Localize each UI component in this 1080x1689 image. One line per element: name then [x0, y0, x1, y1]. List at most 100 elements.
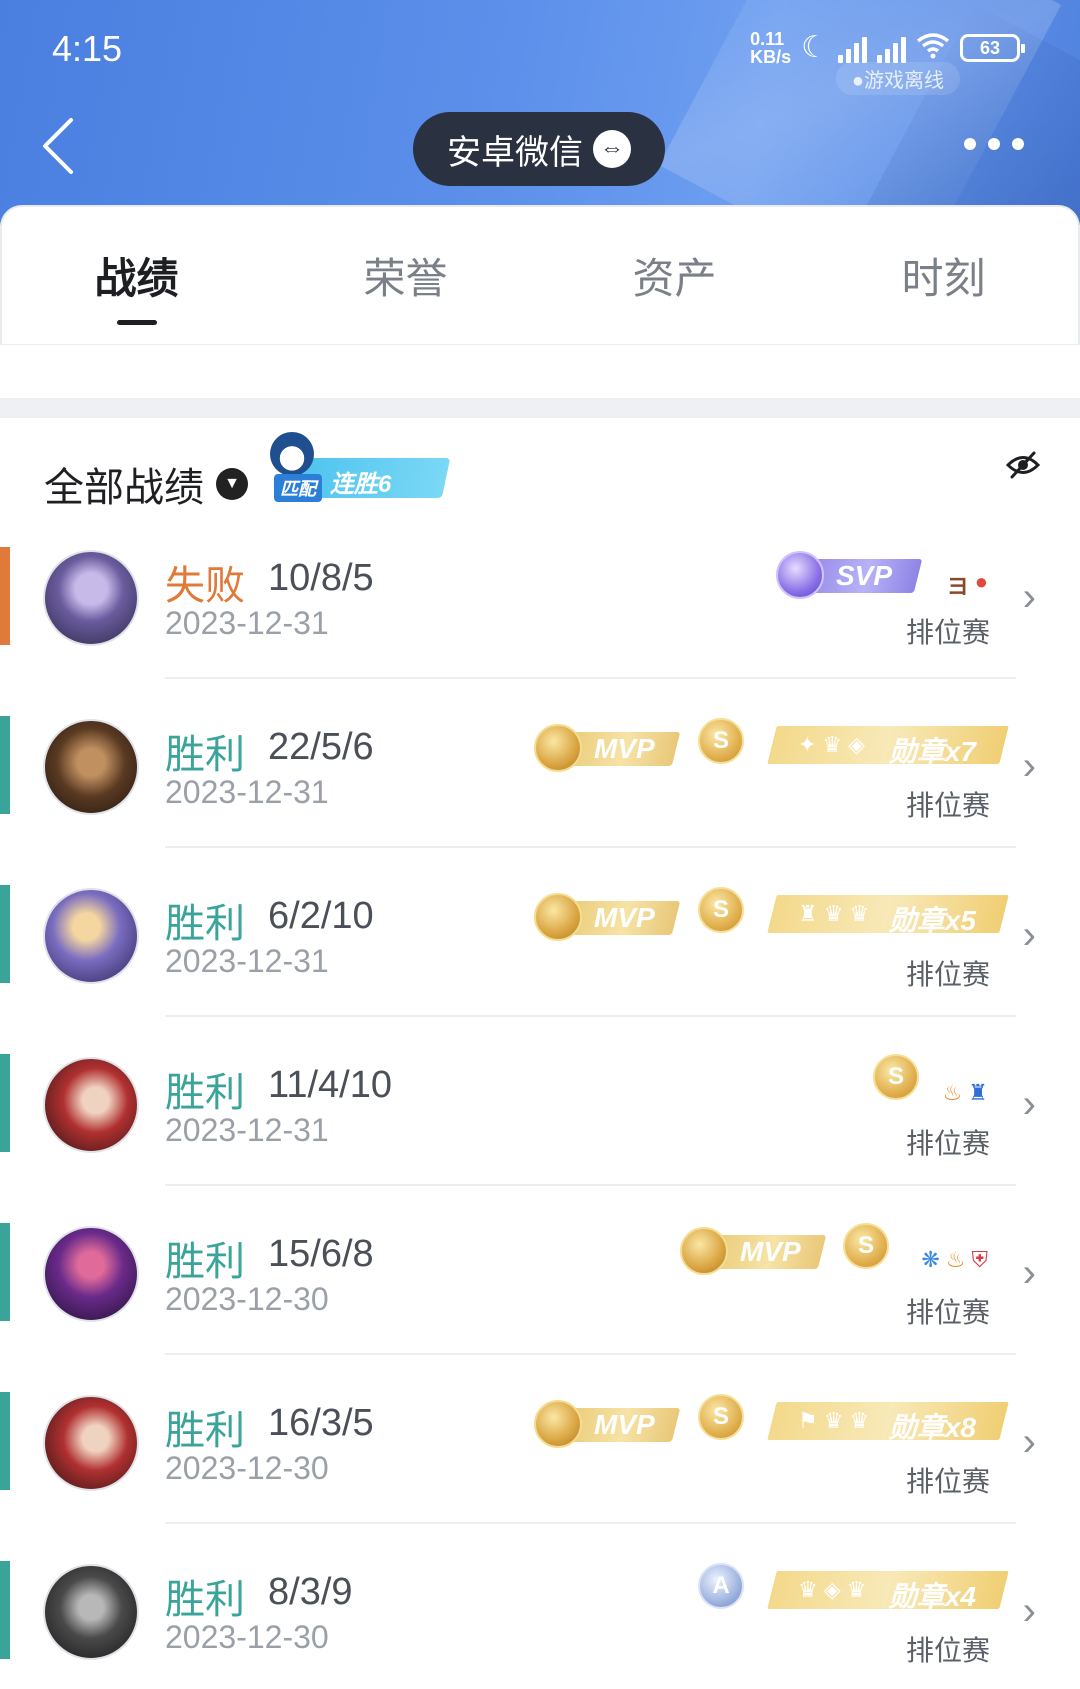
win-streak-badge: 匹配 连胜6: [268, 430, 451, 502]
record-row[interactable]: 胜利 6/2/10 2023-12-31 MVP S ♜♛♛ 勋章x5 排位赛 …: [0, 885, 1080, 1053]
row-divider: [165, 1184, 1016, 1186]
chevron-right-icon: ›: [1022, 744, 1036, 788]
fire-icon: ♨: [942, 1080, 963, 1105]
penguin-icon: [270, 432, 314, 476]
fire-icon: ♨: [945, 1247, 966, 1272]
s-rating-coin: S: [843, 1223, 889, 1269]
more-options-button[interactable]: [964, 138, 1024, 150]
dot-icon: [1012, 138, 1024, 150]
result-indicator-bar: [0, 1392, 10, 1490]
shield-icon: ⛨: [971, 1247, 988, 1272]
match-result: 胜利: [165, 1071, 245, 1115]
triple-kill-icon: ヨ: [946, 574, 969, 599]
back-button[interactable]: [38, 116, 78, 176]
section-title: 全部战绩: [44, 466, 204, 510]
chevron-right-icon: ›: [1022, 1082, 1036, 1126]
chevron-right-icon: ›: [1022, 1251, 1036, 1295]
eye-off-icon: [1005, 451, 1041, 479]
offline-status-tag: ●游戏离线: [835, 62, 960, 95]
chevron-right-icon: ›: [1022, 1589, 1036, 1633]
record-row[interactable]: 失败 10/8/5 2023-12-31 SVP ヨ ● 排位赛 ›: [0, 547, 1080, 715]
network-speed: 0.11 KB/s: [750, 29, 792, 67]
chevron-down-icon: ▼: [216, 468, 248, 500]
s-rating-coin: S: [698, 887, 744, 933]
kda-score: 15/6/8: [268, 1233, 374, 1275]
row-divider: [165, 846, 1016, 848]
match-mode: 排位赛: [905, 959, 990, 990]
wave-icon: ❋: [921, 1247, 940, 1272]
record-row[interactable]: 胜利 22/5/6 2023-12-31 MVP S ✦♛◈ 勋章x7 排位赛 …: [0, 716, 1080, 884]
kda-score: 22/5/6: [268, 726, 374, 768]
achievement-icons: ♨ ♜: [943, 1080, 988, 1106]
medal-count-badge: ♛◈♛ 勋章x4: [767, 1571, 1009, 1612]
status-bar-right: 0.11 KB/s ☾ 63: [750, 29, 1025, 67]
dot-icon: [964, 138, 976, 150]
row-divider: [165, 1353, 1016, 1355]
s-rating-coin: S: [698, 1394, 744, 1440]
match-mode: 排位赛: [905, 790, 990, 821]
result-indicator-bar: [0, 1561, 10, 1659]
kda-score: 6/2/10: [268, 895, 374, 937]
record-row[interactable]: 胜利 16/3/5 2023-12-30 MVP S ⚑♛♛ 勋章x8 排位赛 …: [0, 1392, 1080, 1560]
match-result: 胜利: [165, 1240, 245, 1284]
signal-icon-2: [877, 33, 906, 63]
records-filter-dropdown[interactable]: 全部战绩 ▼: [44, 455, 248, 513]
medal-count-badge: ♜♛♛ 勋章x5: [767, 895, 1009, 936]
mvp-badge: MVP: [534, 1400, 681, 1448]
kda-score: 16/3/5: [268, 1402, 374, 1444]
record-row[interactable]: 胜利 15/6/8 2023-12-30 MVP S ❋ ♨ ⛨ 排位赛 ›: [0, 1223, 1080, 1391]
tower-icon: ♜: [968, 1080, 988, 1105]
tab-records[interactable]: 战绩: [2, 207, 271, 344]
top-header: 4:15 0.11 KB/s ☾ 63 ●游戏离线 安卓微信 ⇔: [0, 0, 1080, 225]
match-result: 胜利: [165, 902, 245, 946]
battery-icon: 63: [960, 34, 1025, 62]
match-result: 胜利: [165, 1409, 245, 1453]
section-divider: [0, 398, 1080, 418]
chevron-right-icon: ›: [1022, 1420, 1036, 1464]
row-divider: [165, 1522, 1016, 1524]
record-row[interactable]: 胜利 11/4/10 2023-12-31 S ♨ ♜ 排位赛 ›: [0, 1054, 1080, 1222]
match-mode: 排位赛: [905, 1128, 990, 1159]
medal-count-badge: ✦♛◈ 勋章x7: [767, 726, 1009, 767]
svp-badge: SVP: [776, 551, 923, 599]
tab-honors[interactable]: 荣誉: [271, 207, 540, 344]
result-indicator-bar: [0, 885, 10, 983]
mvp-badge: MVP: [534, 893, 681, 941]
kda-score: 8/3/9: [268, 1571, 353, 1613]
record-row[interactable]: 胜利 8/3/9 2023-12-30 A ♛◈♛ 勋章x4 排位赛 ›: [0, 1561, 1080, 1689]
result-indicator-bar: [0, 547, 10, 645]
achievement-icons: ❋ ♨ ⛨: [921, 1247, 988, 1273]
match-date: 2023-12-30: [165, 1450, 329, 1486]
account-title: 安卓微信: [447, 133, 583, 172]
tab-assets[interactable]: 资产: [540, 207, 809, 344]
result-indicator-bar: [0, 1223, 10, 1321]
chevron-right-icon: ›: [1022, 575, 1036, 619]
mvp-badge: MVP: [534, 724, 681, 772]
hero-avatar: [43, 1395, 139, 1491]
match-date: 2023-12-31: [165, 1112, 329, 1148]
wifi-icon: [916, 31, 950, 65]
hero-avatar: [43, 550, 139, 646]
hero-avatar: [43, 1564, 139, 1660]
account-switch-button[interactable]: 安卓微信 ⇔: [413, 112, 665, 186]
hero-avatar: [43, 888, 139, 984]
row-divider: [165, 677, 1016, 679]
kda-score: 11/4/10: [268, 1064, 392, 1106]
status-time: 4:15: [52, 28, 123, 69]
match-mode: 排位赛: [905, 1466, 990, 1497]
swap-icon: ⇔: [593, 130, 631, 168]
match-mode: 排位赛: [905, 1635, 990, 1666]
match-date: 2023-12-30: [165, 1281, 329, 1317]
mvp-badge: MVP: [680, 1227, 827, 1275]
tab-moments[interactable]: 时刻: [809, 207, 1078, 344]
medal-count-badge: ⚑♛♛ 勋章x8: [767, 1402, 1009, 1443]
match-date: 2023-12-31: [165, 774, 329, 810]
hero-avatar: [43, 1226, 139, 1322]
result-indicator-bar: [0, 1054, 10, 1152]
match-result: 失败: [165, 564, 245, 608]
match-result: 胜利: [165, 733, 245, 777]
tab-active-indicator: [116, 320, 157, 325]
hide-records-button[interactable]: [1005, 450, 1041, 485]
a-rating-coin: A: [698, 1563, 744, 1609]
match-date: 2023-12-31: [165, 943, 329, 979]
